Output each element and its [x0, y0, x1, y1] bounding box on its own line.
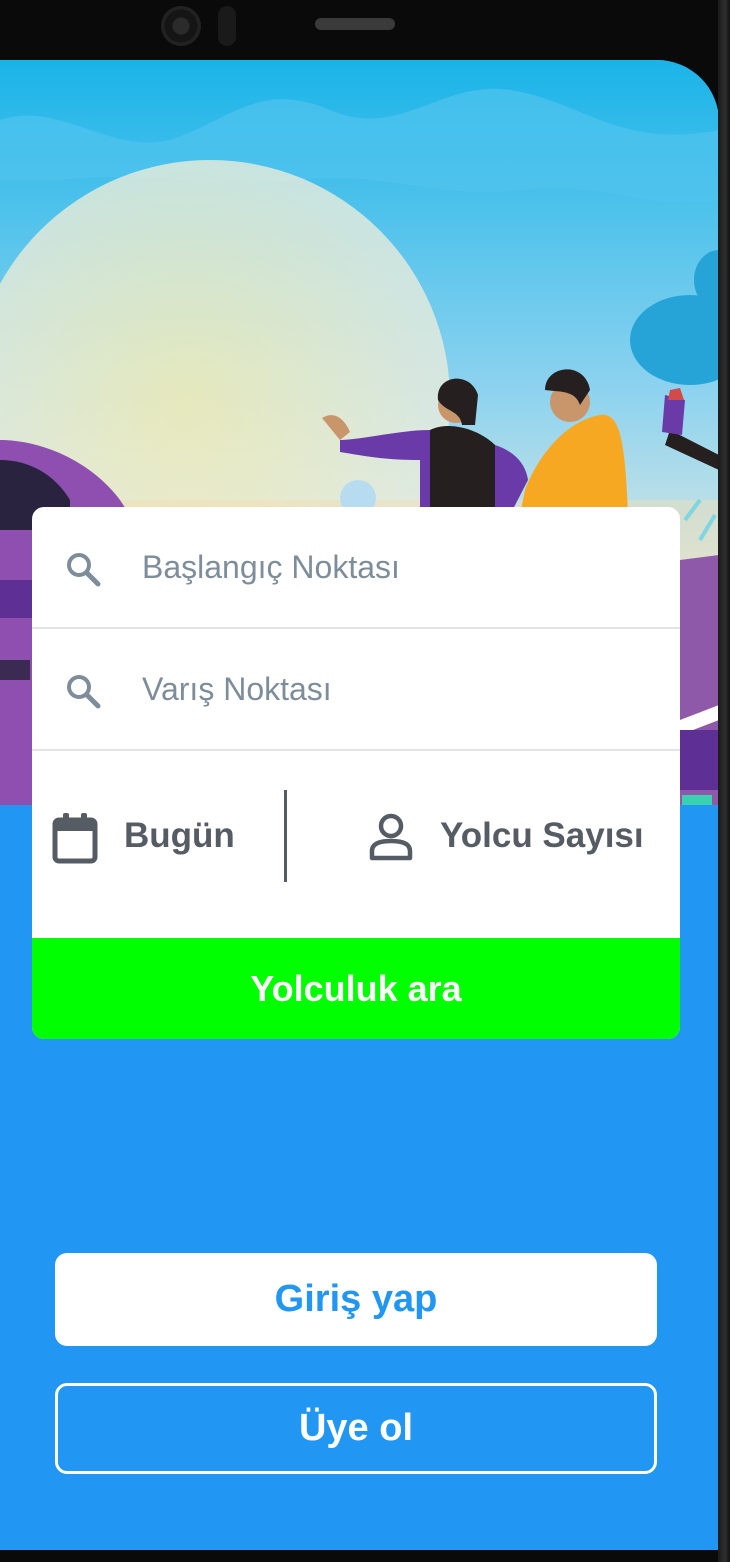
passenger-count-selector[interactable]: Yolcu Sayısı [440, 816, 644, 856]
proximity-sensor [218, 6, 236, 46]
origin-field[interactable]: Başlangıç Noktası [32, 507, 680, 629]
destination-field[interactable]: Varış Noktası [32, 629, 680, 751]
calendar-icon[interactable] [52, 812, 98, 864]
search-trip-button[interactable]: Yolculuk ara [32, 938, 680, 1039]
signup-button[interactable]: Üye ol [55, 1383, 657, 1474]
app-screen: Başlangıç Noktası Varış Noktası Bugün Yo… [0, 60, 719, 1550]
date-selector[interactable]: Bugün [124, 816, 235, 856]
destination-placeholder: Varış Noktası [142, 671, 332, 707]
earpiece-speaker [315, 18, 395, 30]
date-passenger-row: Bugün Yolcu Sayısı [32, 752, 680, 938]
trip-search-card: Başlangıç Noktası Varış Noktası Bugün Yo… [32, 507, 680, 1039]
phone-frame: Başlangıç Noktası Varış Noktası Bugün Yo… [0, 0, 730, 1562]
search-icon [67, 553, 101, 587]
origin-placeholder: Başlangıç Noktası [142, 549, 400, 585]
phone-bezel-edge [718, 0, 730, 1562]
login-button[interactable]: Giriş yap [55, 1253, 657, 1346]
person-icon[interactable] [369, 813, 413, 861]
front-camera [161, 6, 201, 46]
row-divider [284, 790, 287, 882]
search-icon [67, 675, 101, 709]
